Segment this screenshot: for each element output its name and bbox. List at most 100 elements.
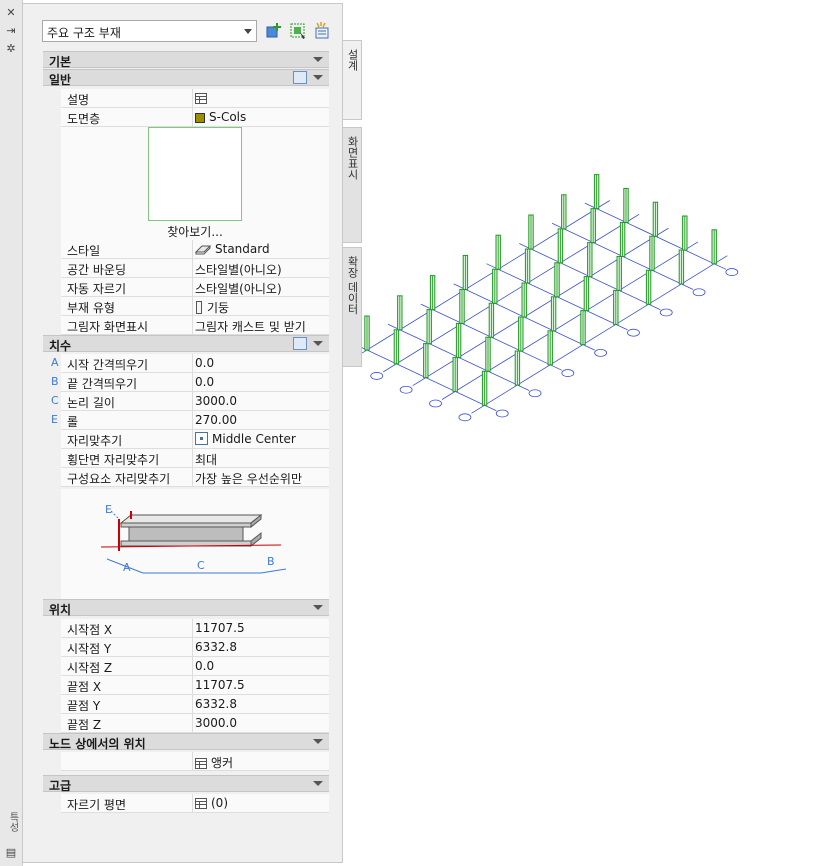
pickadd-icon[interactable] bbox=[312, 21, 332, 41]
property-value[interactable]: 6332.8 bbox=[195, 640, 327, 654]
property-row-start-z[interactable]: 시작점 Z 0.0 bbox=[61, 657, 329, 676]
structural-column[interactable] bbox=[593, 174, 600, 210]
property-row-justify[interactable]: 자리맞추기 Middle Center bbox=[61, 430, 329, 449]
structural-column[interactable] bbox=[557, 228, 564, 264]
chevron-down-icon[interactable] bbox=[313, 739, 323, 744]
property-value[interactable]: Standard bbox=[195, 242, 327, 256]
section-location[interactable]: 위치 bbox=[43, 599, 329, 617]
quick-select-icon[interactable] bbox=[288, 21, 308, 41]
property-value[interactable]: 0.0 bbox=[195, 659, 327, 673]
structural-column[interactable] bbox=[462, 254, 469, 290]
structural-column[interactable] bbox=[492, 268, 498, 304]
structural-column[interactable] bbox=[429, 275, 436, 311]
structural-column[interactable] bbox=[364, 315, 370, 351]
section-dimensions[interactable]: 치수 bbox=[43, 335, 329, 353]
section-basic[interactable]: 기본 bbox=[43, 51, 329, 69]
tab-design[interactable]: 설계 bbox=[343, 40, 362, 120]
property-value[interactable]: 스타일별(아니오) bbox=[195, 280, 327, 297]
structural-column[interactable] bbox=[711, 229, 717, 265]
structural-column[interactable] bbox=[485, 336, 491, 372]
property-row-description[interactable]: 설명 bbox=[61, 89, 329, 108]
structural-column[interactable] bbox=[547, 330, 553, 366]
property-value[interactable]: 가장 높은 우선순위만 bbox=[195, 470, 327, 487]
property-value[interactable]: 최대 bbox=[195, 451, 327, 468]
tab-extended-data[interactable]: 확장 데이터 bbox=[343, 247, 362, 367]
structural-column[interactable] bbox=[682, 215, 688, 251]
structural-column[interactable] bbox=[495, 234, 501, 270]
structural-column[interactable] bbox=[583, 276, 590, 312]
property-row-end-offset[interactable]: B 끝 간격띄우기 0.0 bbox=[51, 373, 329, 392]
style-preview-image[interactable] bbox=[148, 127, 242, 221]
section-advanced[interactable]: 고급 bbox=[43, 775, 329, 793]
property-row-trim-planes[interactable]: 자르기 평면 (0) bbox=[61, 794, 329, 813]
property-value[interactable]: 3000.0 bbox=[195, 716, 327, 730]
structural-column[interactable] bbox=[397, 295, 403, 331]
property-value[interactable]: 11707.5 bbox=[195, 621, 327, 635]
section-options-icon[interactable] bbox=[293, 71, 307, 84]
structural-column[interactable] bbox=[481, 370, 488, 406]
structural-column[interactable] bbox=[678, 249, 685, 285]
property-value[interactable]: 270.00 bbox=[195, 413, 327, 427]
chevron-down-icon[interactable] bbox=[313, 341, 323, 346]
property-value[interactable]: S-Cols bbox=[195, 110, 327, 124]
structural-column[interactable] bbox=[488, 302, 495, 338]
worksheet-icon[interactable] bbox=[195, 798, 207, 809]
property-value[interactable]: 앵커 bbox=[195, 754, 327, 771]
structural-column[interactable] bbox=[580, 310, 586, 346]
property-value[interactable]: 0.0 bbox=[195, 356, 327, 370]
property-row-start-offset[interactable]: A 시작 간격띄우기 0.0 bbox=[51, 354, 329, 373]
worksheet-icon[interactable] bbox=[195, 93, 207, 104]
property-row-member-type[interactable]: 부재 유형 기둥 bbox=[61, 297, 329, 316]
structural-column[interactable] bbox=[550, 296, 557, 332]
property-row-end-y[interactable]: 끝점 Y 6332.8 bbox=[61, 695, 329, 714]
chevron-down-icon[interactable] bbox=[313, 605, 323, 610]
property-value[interactable]: 3000.0 bbox=[195, 394, 327, 408]
chevron-down-icon[interactable] bbox=[313, 75, 323, 80]
property-value[interactable]: 그림자 캐스트 및 받기 bbox=[195, 318, 327, 335]
chevron-down-icon[interactable] bbox=[313, 781, 323, 786]
properties-palette-icon[interactable]: ▤ bbox=[4, 846, 18, 860]
property-row-space-bounding[interactable]: 공간 바운딩 스타일별(아니오) bbox=[61, 259, 329, 278]
property-value[interactable]: 스타일별(아니오) bbox=[195, 261, 327, 278]
object-type-select[interactable]: 주요 구조 부재 bbox=[42, 20, 257, 42]
property-row-start-x[interactable]: 시작점 X 11707.5 bbox=[61, 619, 329, 638]
property-row-component-justify[interactable]: 구성요소 자리맞추기 가장 높은 우선순위만 bbox=[61, 468, 329, 487]
structural-column[interactable] bbox=[452, 356, 458, 392]
structural-column[interactable] bbox=[524, 248, 531, 284]
property-value[interactable] bbox=[195, 91, 327, 105]
structural-column[interactable] bbox=[426, 309, 432, 345]
structural-column[interactable] bbox=[616, 255, 622, 291]
structural-column[interactable] bbox=[423, 343, 429, 379]
section-node-location[interactable]: 노드 상에서의 위치 bbox=[43, 733, 329, 751]
structural-column[interactable] bbox=[613, 289, 619, 325]
property-row-logical-length[interactable]: C 논리 길이 3000.0 bbox=[51, 392, 329, 411]
property-row-end-x[interactable]: 끝점 X 11707.5 bbox=[61, 676, 329, 695]
property-row-style[interactable]: 스타일 Standard bbox=[61, 240, 329, 259]
worksheet-icon[interactable] bbox=[195, 758, 207, 769]
add-selection-icon[interactable] bbox=[264, 21, 284, 41]
property-row-anchor[interactable]: 앵커 bbox=[61, 752, 329, 771]
structural-column[interactable] bbox=[455, 322, 462, 358]
structural-column[interactable] bbox=[528, 214, 534, 250]
structural-column[interactable] bbox=[393, 329, 400, 365]
structural-column[interactable] bbox=[521, 282, 527, 318]
property-row-end-z[interactable]: 끝점 Z 3000.0 bbox=[61, 714, 329, 733]
property-row-layer[interactable]: 도면층 S-Cols bbox=[61, 108, 329, 127]
settings-icon[interactable]: ✲ bbox=[4, 42, 18, 56]
structural-column[interactable] bbox=[561, 194, 567, 230]
structural-column[interactable] bbox=[590, 208, 596, 244]
property-row-auto-trim[interactable]: 자동 자르기 스타일별(아니오) bbox=[61, 278, 329, 297]
property-value[interactable]: 6332.8 bbox=[195, 697, 327, 711]
auto-hide-icon[interactable]: ⇥ bbox=[4, 24, 18, 38]
section-general[interactable]: 일반 bbox=[43, 69, 329, 87]
structural-column[interactable] bbox=[518, 316, 524, 352]
property-row-roll[interactable]: E 롤 270.00 bbox=[51, 411, 329, 430]
structural-column[interactable] bbox=[587, 242, 593, 278]
property-row-start-y[interactable]: 시작점 Y 6332.8 bbox=[61, 638, 329, 657]
structural-column[interactable] bbox=[554, 262, 560, 298]
close-icon[interactable]: ✕ bbox=[4, 6, 18, 20]
tab-display[interactable]: 화면표시 bbox=[343, 127, 362, 243]
property-value[interactable]: 0.0 bbox=[195, 375, 327, 389]
property-row-section-justify[interactable]: 횡단면 자리맞추기 최대 bbox=[61, 449, 329, 468]
structural-column[interactable] bbox=[623, 187, 629, 223]
